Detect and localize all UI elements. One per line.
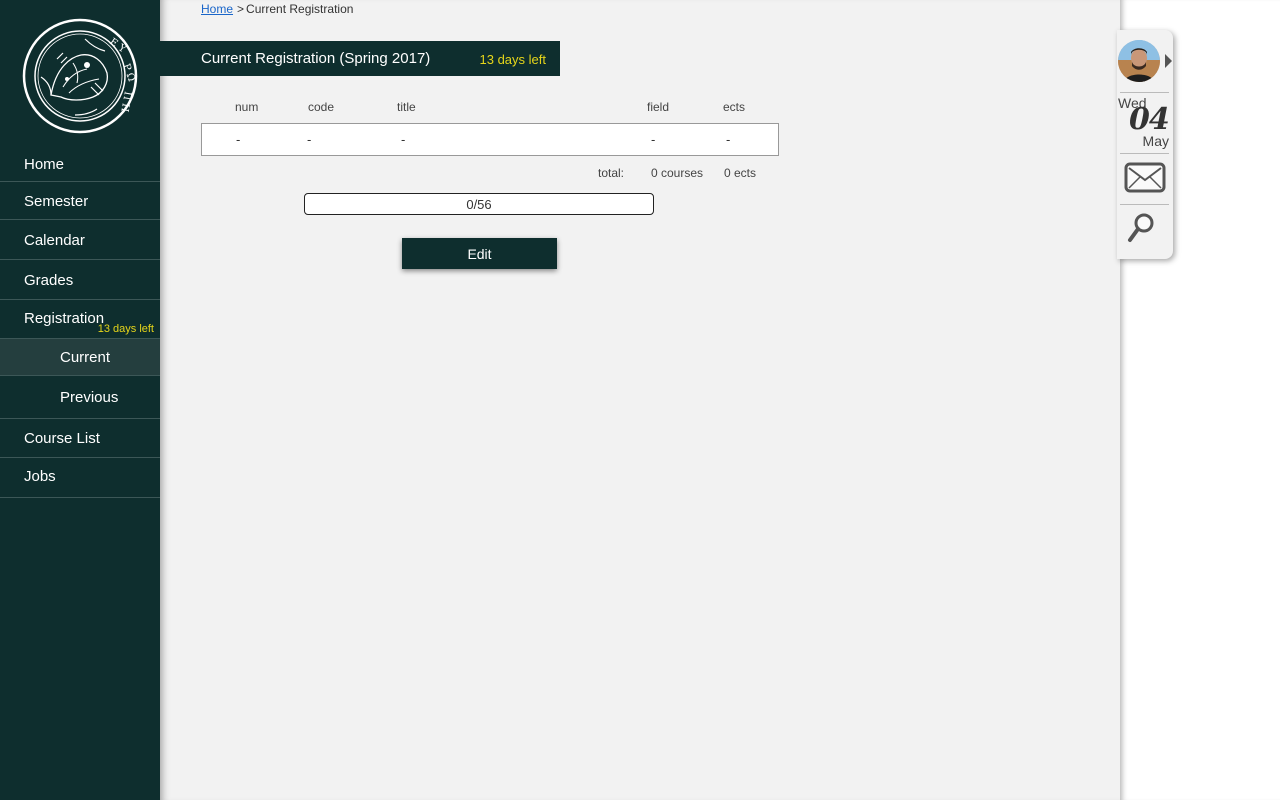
- search-icon[interactable]: [1127, 212, 1157, 249]
- sidebar-item-label: Home: [24, 156, 65, 173]
- sidebar-item-label: Calendar: [24, 232, 85, 249]
- column-header-num: num: [235, 100, 259, 114]
- user-widget: Wed 04 May: [1117, 30, 1173, 259]
- sidebar-item-label: Course List: [24, 430, 100, 447]
- sidebar-item-label: Semester: [24, 193, 89, 210]
- cell-code: -: [307, 132, 312, 147]
- sidebar-item-calendar[interactable]: Calendar: [0, 220, 160, 260]
- breadcrumb-home-link[interactable]: Home: [201, 2, 233, 16]
- breadcrumb-current: Current Registration: [246, 2, 354, 16]
- mail-icon[interactable]: [1124, 162, 1166, 199]
- edit-button[interactable]: Edit: [402, 238, 557, 269]
- cell-title: -: [401, 132, 406, 147]
- sidebar-item-label: Registration: [24, 310, 105, 327]
- ects-progress-bar: 0/56: [304, 193, 654, 215]
- breadcrumb-separator: >: [237, 2, 245, 16]
- cell-num: -: [236, 132, 241, 147]
- sidebar-item-label: Jobs: [24, 468, 56, 485]
- date-month: May: [1142, 133, 1169, 149]
- column-header-ects: ects: [723, 100, 746, 114]
- widget-divider: [1120, 92, 1169, 93]
- sidebar-item-semester[interactable]: Semester: [0, 182, 160, 220]
- sidebar-item-jobs[interactable]: Jobs: [0, 458, 160, 498]
- table-row: - - - - -: [201, 123, 779, 156]
- column-header-title: title: [397, 100, 416, 114]
- sidebar-item-course-list[interactable]: Course List: [0, 419, 160, 458]
- page-title: Current Registration (Spring 2017): [201, 50, 431, 67]
- widget-divider: [1120, 204, 1169, 205]
- deadline-badge: 13 days left: [479, 52, 547, 67]
- sidebar-item-current[interactable]: Current: [0, 339, 160, 376]
- cell-ects: -: [726, 132, 731, 147]
- university-seal-logo[interactable]: Ε Υ Ρ Ω Π Η: [21, 17, 139, 135]
- sidebar-item-label: Grades: [24, 272, 74, 289]
- column-header-code: code: [308, 100, 335, 114]
- ects-progress-text: 0/56: [466, 197, 492, 212]
- main-content: Home > Current Registration Current Regist…: [160, 0, 1120, 800]
- breadcrumb: Home > Current Registration: [201, 2, 353, 16]
- sidebar-item-label: Current: [60, 349, 111, 366]
- sidebar-item-registration[interactable]: Registration 13 days left: [0, 300, 160, 339]
- sidebar-item-grades[interactable]: Grades: [0, 260, 160, 300]
- registration-deadline-badge: 13 days left: [97, 323, 154, 335]
- totals-ects: 0 ects: [724, 166, 757, 180]
- chevron-right-icon[interactable]: [1165, 54, 1172, 68]
- widget-divider: [1120, 153, 1169, 154]
- sidebar: Ε Υ Ρ Ω Π Η Home Semester Calendar Grade…: [0, 0, 160, 800]
- svg-text:Ε Υ: Ε Υ: [107, 36, 128, 55]
- totals-label: total:: [598, 166, 625, 180]
- totals-courses: 0 courses: [651, 166, 704, 180]
- cell-field: -: [651, 132, 656, 147]
- avatar[interactable]: [1118, 40, 1160, 82]
- page-title-bar: Current Registration (Spring 2017) 13 da…: [160, 41, 560, 76]
- sidebar-item-home[interactable]: Home: [0, 143, 160, 182]
- date-day: 04: [1129, 102, 1170, 137]
- column-header-field: field: [647, 100, 670, 114]
- sidebar-item-previous[interactable]: Previous: [0, 376, 160, 419]
- sidebar-item-label: Previous: [60, 389, 119, 406]
